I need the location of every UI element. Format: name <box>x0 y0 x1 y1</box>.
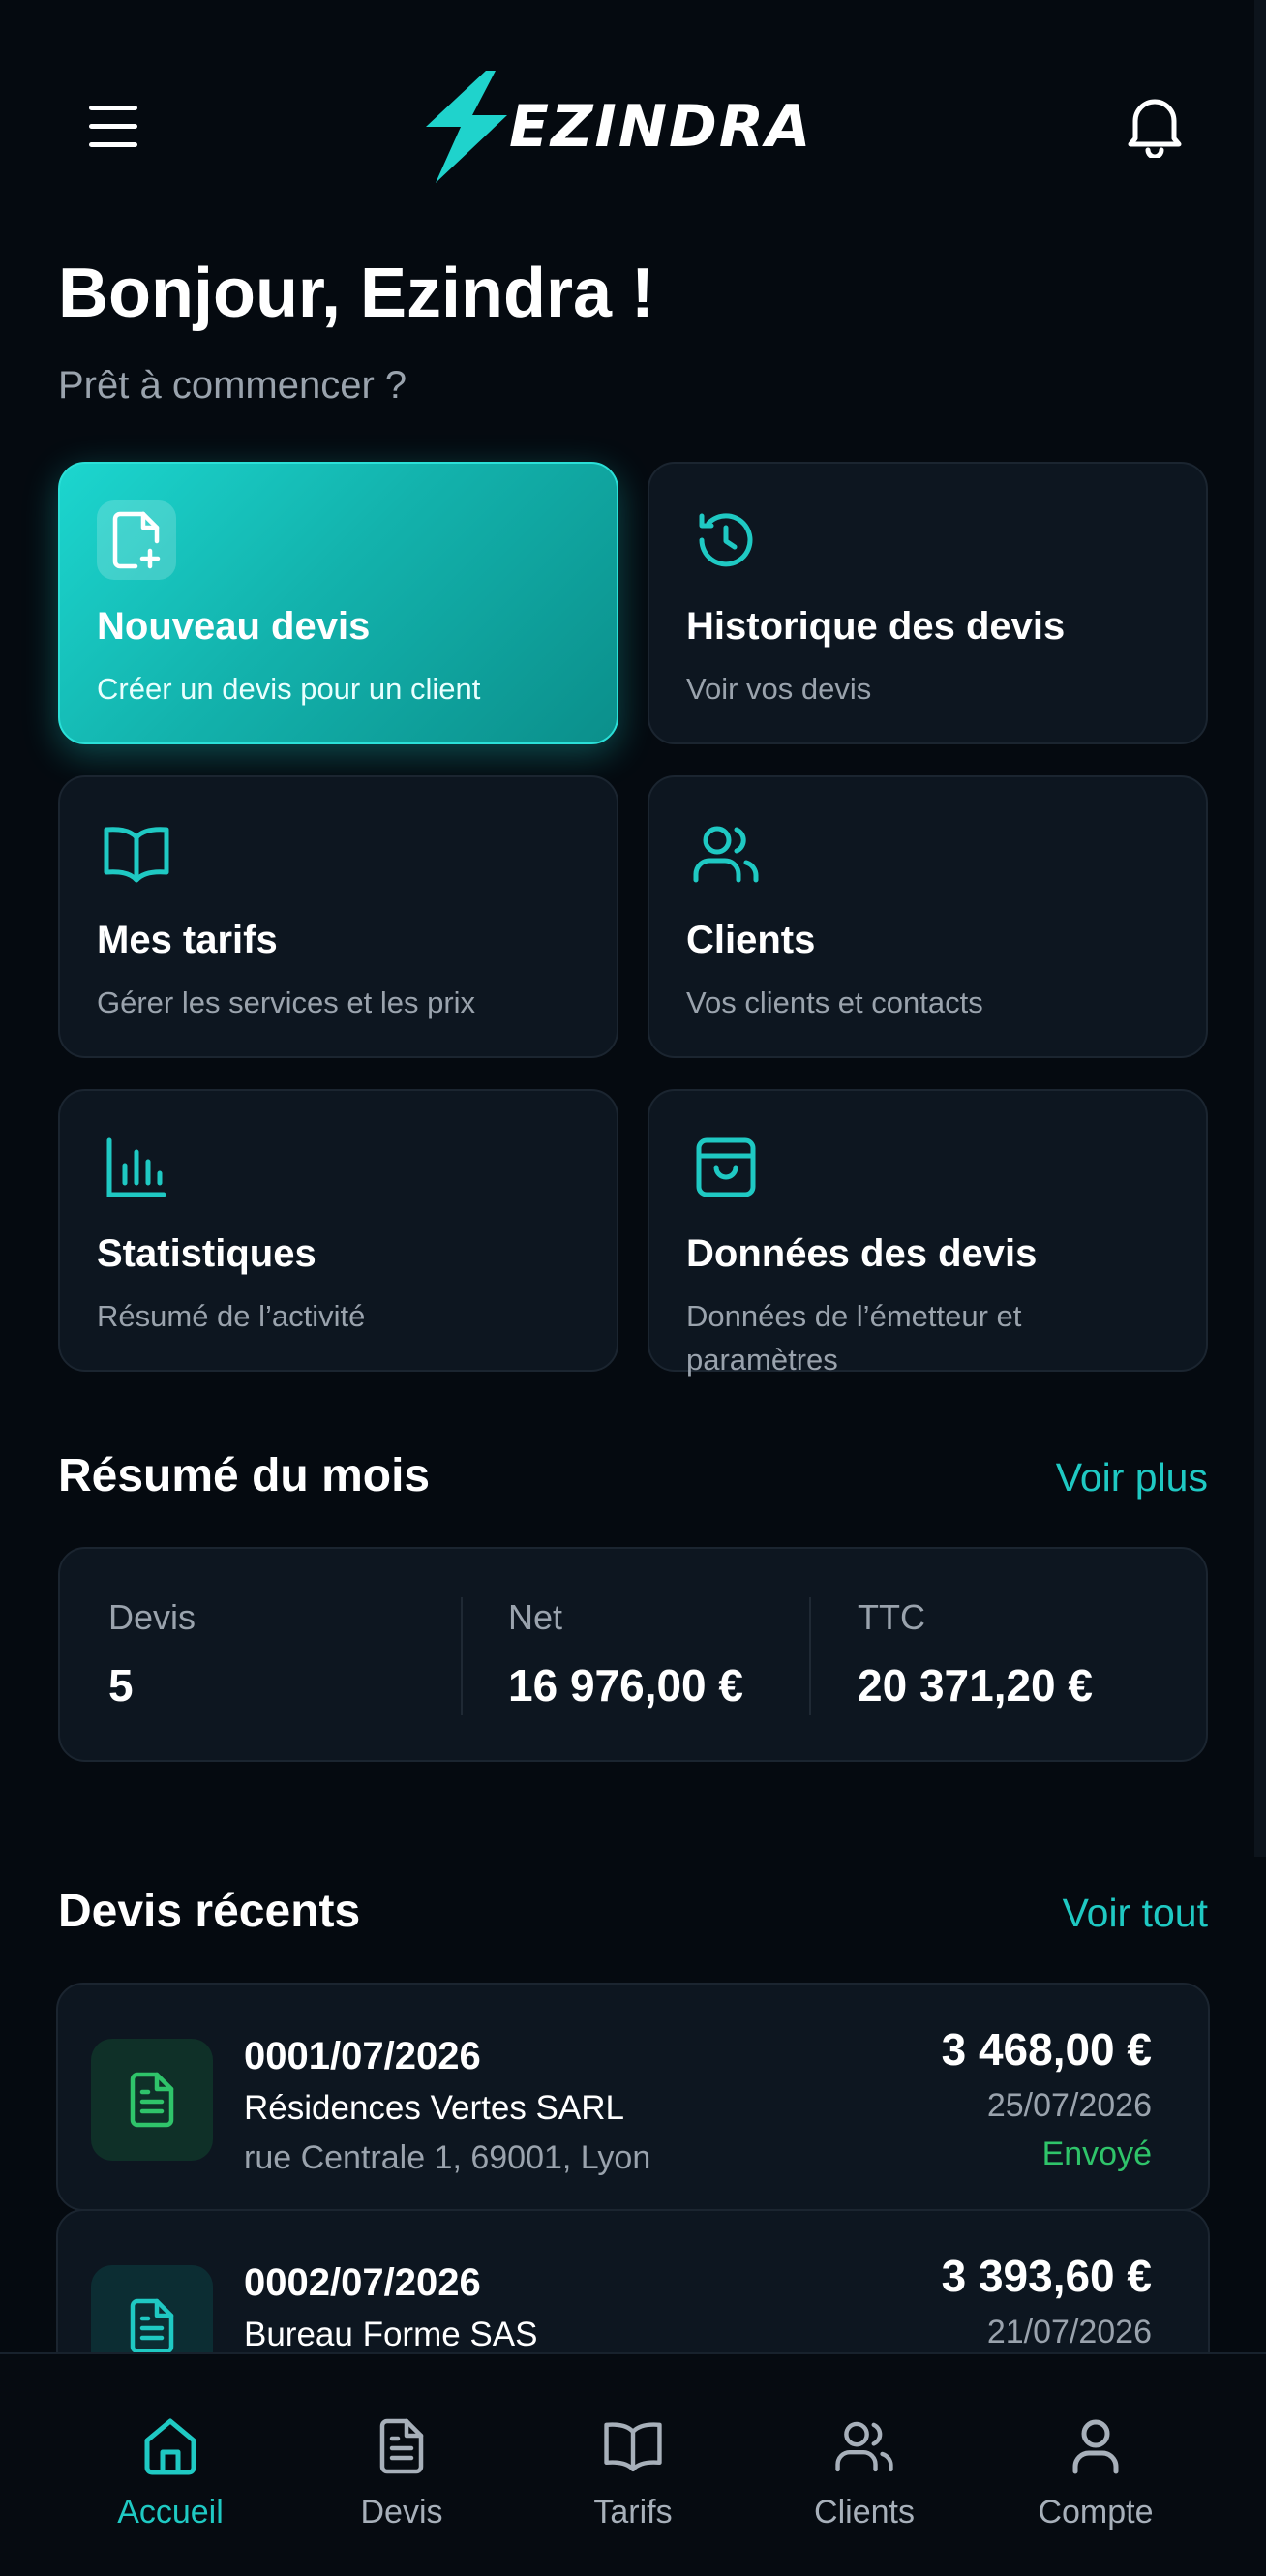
card-title: Clients <box>686 919 816 961</box>
quote-address: rue Centrale 1, 69001, Lyon <box>244 2139 651 2176</box>
card-quote-history[interactable]: Historique des devis Voir vos devis <box>648 462 1208 744</box>
stat-ttc: TTC 20 371,20 € <box>858 1597 1093 1712</box>
scrollbar[interactable] <box>1254 0 1266 1857</box>
card-statistics[interactable]: Statistiques Résumé de l’activité <box>58 1089 618 1372</box>
card-subtitle: Voir vos devis <box>686 672 872 706</box>
card-icon-wrap <box>97 814 176 894</box>
file-plus-icon <box>112 511 161 569</box>
quote-amount: 3 468,00 € <box>941 2024 1152 2075</box>
summary-see-more-link[interactable]: Voir plus <box>1056 1455 1208 1500</box>
stat-label: TTC <box>858 1597 925 1637</box>
stat-divider <box>809 1597 811 1715</box>
quote-number: 0001/07/2026 <box>244 2035 481 2077</box>
stat-value: 5 <box>108 1660 134 1711</box>
home-icon <box>144 2418 196 2475</box>
card-clients[interactable]: Clients Vos clients et contacts <box>648 775 1208 1058</box>
quote-number: 0002/07/2026 <box>244 2261 481 2304</box>
bar-chart-icon <box>106 1137 166 1197</box>
stat-value: 16 976,00 € <box>508 1660 744 1711</box>
users-icon <box>693 826 759 883</box>
quote-amount: 3 393,60 € <box>941 2251 1152 2301</box>
app-header: EZINDRA <box>0 0 1266 252</box>
card-icon-wrap <box>686 814 766 894</box>
card-subtitle: Gérer les services et les prix <box>97 985 476 1019</box>
card-title: Historique des devis <box>686 605 1066 648</box>
users-icon-wrap <box>830 2412 898 2480</box>
history-icon <box>699 513 753 567</box>
bell-icon <box>1128 99 1181 158</box>
monthly-summary-card: Devis 5 Net 16 976,00 € TTC 20 371,20 € <box>58 1547 1208 1762</box>
users-icon <box>835 2421 893 2472</box>
book-icon <box>604 2422 662 2472</box>
stat-quotes: Devis 5 <box>108 1597 196 1712</box>
user-icon <box>1072 2419 1119 2474</box>
card-my-rates[interactable]: Mes tarifs Gérer les services et les pri… <box>58 775 618 1058</box>
card-subtitle: Vos clients et contacts <box>686 985 983 1019</box>
stat-value: 20 371,20 € <box>858 1660 1094 1711</box>
nav-label: Accueil <box>117 2494 224 2531</box>
card-title: Données des devis <box>686 1232 1038 1275</box>
stat-label: Net <box>508 1597 563 1637</box>
nav-quotes[interactable]: Devis <box>286 2354 518 2576</box>
summary-title: Résumé du mois <box>58 1450 431 1501</box>
greeting-subtitle: Prêt à commencer ? <box>58 364 407 407</box>
card-subtitle: Résumé de l’activité <box>97 1299 366 1333</box>
home-screen: EZINDRA Bonjour, Ezindra ! Prêt à commen… <box>0 0 1266 2576</box>
card-icon-wrap <box>686 500 766 580</box>
document-icon <box>379 2418 424 2474</box>
card-title: Mes tarifs <box>97 919 278 961</box>
bottom-navigation: Accueil Devis Tarifs Clients Compte <box>0 2352 1266 2576</box>
quote-client: Résidences Vertes SARL <box>244 2089 624 2127</box>
card-new-quote[interactable]: Nouveau devis Créer un devis pour un cli… <box>58 462 618 744</box>
document-icon-wrap <box>368 2412 436 2480</box>
recent-title: Devis récents <box>58 1886 361 1937</box>
recent-see-all-link[interactable]: Voir tout <box>1063 1891 1208 1936</box>
nav-label: Tarifs <box>593 2494 673 2531</box>
stat-net: Net 16 976,00 € <box>508 1597 743 1712</box>
inbox-icon <box>696 1137 756 1197</box>
brand-name: EZINDRA <box>509 92 813 161</box>
greeting-title: Bonjour, Ezindra ! <box>58 255 655 332</box>
list-item[interactable]: 0001/07/2026 Résidences Vertes SARL rue … <box>56 1983 1210 2211</box>
document-icon <box>130 2072 174 2128</box>
stat-label: Devis <box>108 1597 196 1637</box>
nav-home[interactable]: Accueil <box>54 2354 286 2576</box>
menu-icon <box>89 106 137 147</box>
document-icon <box>130 2298 174 2354</box>
nav-label: Devis <box>360 2494 443 2531</box>
card-subtitle: Créer un devis pour un client <box>97 672 481 706</box>
quote-date: 25/07/2026 <box>986 2087 1152 2124</box>
quote-date: 21/07/2026 <box>986 2314 1152 2350</box>
notifications-button[interactable] <box>1118 87 1191 165</box>
card-subtitle: Données de l’émetteur et paramètres <box>686 1299 1022 1377</box>
quote-client: Bureau Forme SAS <box>244 2316 538 2353</box>
card-quote-data[interactable]: Données des devis Données de l’émetteur … <box>648 1089 1208 1377</box>
lightning-icon <box>426 70 507 183</box>
card-title: Statistiques <box>97 1232 316 1275</box>
status-badge: Envoyé <box>1041 2136 1152 2172</box>
nav-clients[interactable]: Clients <box>748 2354 980 2576</box>
book-icon-wrap <box>599 2412 667 2480</box>
brand-logo: EZINDRA <box>418 66 854 187</box>
book-icon <box>104 827 169 883</box>
home-icon-wrap <box>136 2412 204 2480</box>
nav-rates[interactable]: Tarifs <box>517 2354 749 2576</box>
quote-icon-wrap <box>91 2039 213 2161</box>
card-icon-wrap <box>97 500 176 580</box>
card-icon-wrap <box>97 1128 176 1207</box>
menu-button[interactable] <box>79 93 147 161</box>
user-icon-wrap <box>1062 2412 1130 2480</box>
nav-account[interactable]: Compte <box>980 2354 1212 2576</box>
card-title: Nouveau devis <box>97 605 371 648</box>
nav-label: Compte <box>1038 2494 1154 2531</box>
card-icon-wrap <box>686 1128 766 1207</box>
nav-label: Clients <box>814 2494 915 2531</box>
stat-divider <box>461 1597 463 1715</box>
